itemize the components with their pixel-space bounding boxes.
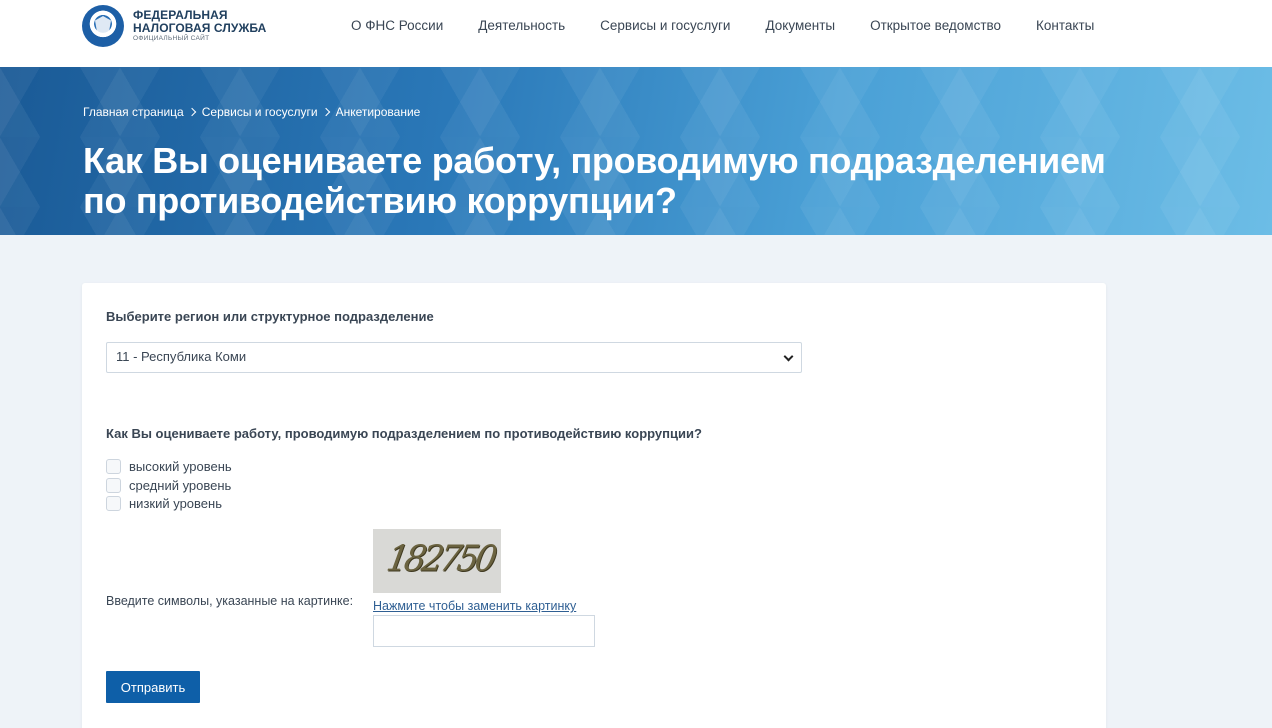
emblem-icon (82, 5, 124, 47)
chevron-right-icon (321, 107, 330, 117)
region-select[interactable]: 11 - Республика Коми (106, 342, 802, 373)
checkbox[interactable] (106, 459, 121, 474)
logo-line-1: ФЕДЕРАЛЬНАЯ (133, 8, 228, 23)
logo-line-2: НАЛОГОВАЯ СЛУЖБА (133, 21, 267, 36)
checkbox[interactable] (106, 496, 121, 511)
nav-item-documents[interactable]: Документы (765, 18, 835, 33)
region-select-value: 11 - Республика Коми (116, 349, 247, 364)
option-high[interactable]: высокий уровень (106, 459, 232, 474)
option-low[interactable]: низкий уровень (106, 496, 222, 511)
nav-item-services[interactable]: Сервисы и госуслуги (600, 18, 730, 33)
breadcrumb-services[interactable]: Сервисы и госуслуги (202, 105, 318, 119)
nav-item-activity[interactable]: Деятельность (478, 18, 565, 33)
region-label: Выберите регион или структурное подразде… (106, 309, 434, 324)
option-label: средний уровень (129, 478, 232, 493)
option-label: низкий уровень (129, 496, 222, 511)
question-label: Как Вы оцениваете работу, проводимую под… (106, 426, 702, 441)
nav-item-open-agency[interactable]: Открытое ведомство (870, 18, 1001, 33)
chevron-right-icon (187, 107, 196, 117)
nav-item-about[interactable]: О ФНС России (351, 18, 443, 33)
logo-text: ФЕДЕРАЛЬНАЯ НАЛОГОВАЯ СЛУЖБА ОФИЦИАЛЬНЫЙ… (133, 9, 266, 43)
captcha-input[interactable] (373, 615, 595, 647)
option-medium[interactable]: средний уровень (106, 478, 231, 493)
logo-subtitle: ОФИЦИАЛЬНЫЙ САЙТ (133, 35, 210, 43)
chevron-down-icon (783, 351, 794, 362)
captcha-label: Введите символы, указанные на картинке: (106, 594, 354, 608)
captcha-code: 182750 (383, 538, 497, 580)
breadcrumb-home[interactable]: Главная страница (83, 105, 184, 119)
site-header: ФЕДЕРАЛЬНАЯ НАЛОГОВАЯ СЛУЖБА ОФИЦИАЛЬНЫЙ… (0, 0, 1272, 67)
submit-button[interactable]: Отправить (106, 671, 200, 703)
page-title: Как Вы оцениваете работу, проводимую под… (83, 140, 1106, 221)
breadcrumb: Главная страница Сервисы и госуслуги Анк… (83, 105, 420, 119)
survey-form: Выберите регион или структурное подразде… (82, 283, 1106, 728)
breadcrumb-current: Анкетирование (335, 105, 421, 119)
hero-banner: Главная страница Сервисы и госуслуги Анк… (0, 67, 1272, 235)
checkbox[interactable] (106, 478, 121, 493)
option-label: высокий уровень (129, 459, 232, 474)
fns-logo[interactable]: ФЕДЕРАЛЬНАЯ НАЛОГОВАЯ СЛУЖБА ОФИЦИАЛЬНЫЙ… (82, 5, 266, 47)
captcha-refresh-link[interactable]: Нажмите чтобы заменить картинку (373, 599, 576, 613)
captcha-image: 182750 (373, 529, 501, 593)
nav-item-contacts[interactable]: Контакты (1036, 18, 1094, 33)
main-nav: О ФНС России Деятельность Сервисы и госу… (351, 18, 1129, 33)
